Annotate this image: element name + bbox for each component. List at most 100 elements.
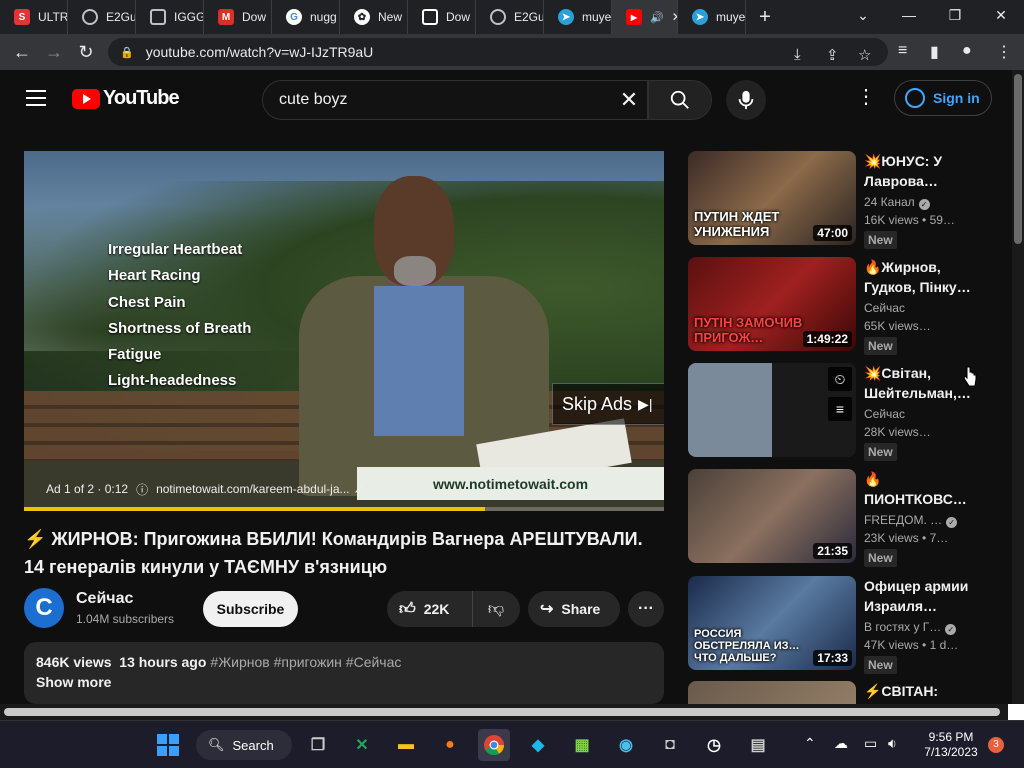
verified-icon: ✓ (945, 624, 957, 635)
recommended-video[interactable]: ⏲ ≡ 💥Світан, Шейтельман,… Сейчас 28K vie… (688, 363, 988, 463)
share-button[interactable]: ↪ Share (528, 591, 620, 627)
video-thumbnail[interactable]: РОССИЯ ОБСТРЕЛЯЛА ИЗ… ЧТО ДАЛЬШЕ? 17:33 (688, 576, 856, 670)
back-button[interactable]: ← (6, 36, 38, 68)
info-icon[interactable]: ⓘ (136, 481, 148, 498)
browser-tab[interactable]: M Dow (204, 0, 272, 34)
view-count: 16K views • 59… (864, 213, 955, 227)
browser-tab[interactable]: E2Gu (476, 0, 544, 34)
maximize-button[interactable]: ❐ (932, 0, 978, 30)
close-window-button[interactable]: ✕ (978, 0, 1024, 30)
notification-badge[interactable]: 3 (988, 737, 1004, 753)
video-thumbnail[interactable]: ⏲ ≡ (688, 363, 856, 457)
tab-search-button[interactable]: ⌄ (840, 0, 886, 30)
sheets-icon[interactable]: ▦ (566, 729, 598, 761)
channel-name[interactable]: Сейчас (76, 590, 133, 608)
channel-name[interactable]: Сейчас (864, 301, 964, 315)
browser-tab[interactable]: E2Gu (68, 0, 136, 34)
task-view-icon[interactable]: ❐ (302, 729, 334, 761)
side-panel-icon[interactable]: ▮ (930, 42, 939, 62)
chrome-icon[interactable] (478, 729, 510, 761)
browser-tab[interactable]: ➤ muye (678, 0, 746, 34)
show-more-button[interactable]: Show more (36, 674, 652, 690)
view-count: 47K views • 1 d… (864, 638, 959, 652)
chevron-up-icon[interactable]: ⌃ (804, 735, 816, 752)
profile-icon[interactable]: ● (962, 42, 972, 60)
paint-icon[interactable]: ◉ (610, 729, 642, 761)
network-icon[interactable]: ▭ (864, 735, 877, 752)
cloud-icon[interactable]: ☁ (834, 735, 848, 752)
description-box[interactable]: 846K views 13 hours ago #Жирнов #пригожин… (24, 642, 664, 704)
ad-progress-bar[interactable] (24, 507, 664, 511)
add-to-queue-icon[interactable]: ≡ (828, 397, 852, 421)
iggg-icon (150, 9, 166, 25)
clock-date: 7/13/2023 (924, 745, 978, 759)
browser-tab[interactable]: Dow (408, 0, 476, 34)
subscriber-count: 1.04M subscribers (76, 612, 175, 626)
ad-link[interactable]: notimetowait.com/kareem-abdul-ja... (156, 482, 349, 496)
video-title: 💥ЮНУС: У Лаврова… (864, 153, 943, 189)
forward-button[interactable]: → (38, 36, 70, 68)
taskbar-search[interactable]: 🔍︎ Search (196, 730, 292, 760)
channel-name[interactable]: 24 Канал ✓ (864, 195, 964, 210)
firefox-icon[interactable]: ● (434, 729, 466, 761)
reading-list-icon[interactable]: ≡ (898, 42, 907, 60)
browser-tab[interactable]: ➤ muye (544, 0, 612, 34)
voice-search-button[interactable] (726, 80, 766, 120)
video-thumbnail[interactable]: 21:35 (688, 469, 856, 563)
recommended-video[interactable]: РОССИЯ ОБСТРЕЛЯЛА ИЗ… ЧТО ДАЛЬШЕ? 17:33 … (688, 576, 988, 676)
recommended-video[interactable]: 21:35 🔥 ПИОНТКОВС… FREEДОМ. … ✓ 23K views… (688, 469, 988, 569)
like-button[interactable]: 👍︎ 22K (387, 591, 473, 627)
taskbar-clock[interactable]: 9:56 PM 7/13/2023 (920, 730, 982, 760)
vertical-scrollbar[interactable] (1012, 70, 1024, 720)
start-button[interactable] (152, 729, 184, 761)
clear-search-icon[interactable]: ✕ (617, 88, 641, 112)
vscode-icon[interactable]: ✕ (346, 729, 378, 761)
video-thumbnail[interactable] (688, 681, 856, 704)
browser-tab[interactable]: ✿ New (340, 0, 408, 34)
minimize-button[interactable]: — (886, 0, 932, 30)
address-bar[interactable]: 🔒 youtube.com/watch?v=wJ-IJzTR9aU ⤓ ⇪ ☆ (108, 38, 888, 66)
channel-name[interactable]: FREEДОМ. … ✓ (864, 513, 964, 528)
sign-in-button[interactable]: Sign in (894, 80, 992, 116)
volume-icon[interactable]: 🔉︎ (888, 735, 897, 752)
app-icon[interactable]: ◆ (522, 729, 554, 761)
chrome-menu-icon[interactable]: ⋮ (996, 42, 1012, 62)
camera-icon[interactable]: ◘ (654, 729, 686, 761)
notes-icon[interactable]: ▤ (742, 729, 774, 761)
share-page-icon[interactable]: ⇪ (826, 46, 839, 64)
ad-banner[interactable]: www.notimetowait.com (357, 467, 664, 500)
watch-later-icon[interactable]: ⏲ (828, 367, 852, 391)
subscribe-button[interactable]: Subscribe (203, 591, 298, 627)
search-input[interactable]: cute boyz ✕ (262, 80, 648, 120)
more-actions-button[interactable]: ··· (628, 591, 664, 627)
file-explorer-icon[interactable]: ▬ (390, 729, 422, 761)
video-thumbnail[interactable]: ПУТИН ЖДЕТ УНИЖЕНИЯ 47:00 (688, 151, 856, 245)
recommended-video[interactable]: ⚡СВІТАН: (688, 681, 988, 704)
browser-tab[interactable]: Gnugg (272, 0, 340, 34)
browser-tab-active[interactable]: ▶🔊✕ (612, 0, 678, 34)
youtube-logo[interactable]: YouTube (72, 87, 180, 110)
audio-icon[interactable]: 🔊 (650, 11, 664, 24)
menu-icon[interactable] (26, 90, 46, 106)
browser-tab[interactable]: S ULTR (0, 0, 68, 34)
bookmark-star-icon[interactable]: ☆ (858, 46, 871, 64)
skip-ads-button[interactable]: Skip Ads ▶| (552, 383, 664, 425)
video-thumbnail[interactable]: ПУТІН ЗАМОЧИВ ПРИГОЖ… 1:49:22 (688, 257, 856, 351)
search-button[interactable] (648, 80, 712, 120)
recommended-video[interactable]: ПУТИН ЖДЕТ УНИЖЕНИЯ 47:00 💥ЮНУС: У Лавро… (688, 151, 988, 251)
settings-more-icon[interactable]: ⋮ (856, 86, 876, 110)
hashtags[interactable]: #Жирнов #пригожин #Сейчас (210, 654, 401, 670)
dislike-button[interactable]: 👎︎ (473, 591, 519, 627)
clock-app-icon[interactable]: ◷ (698, 729, 730, 761)
channel-name[interactable]: Сейчас (864, 407, 964, 421)
recommended-video[interactable]: ПУТІН ЗАМОЧИВ ПРИГОЖ… 1:49:22 🔥Жирнов, Г… (688, 257, 988, 357)
video-player[interactable]: Irregular Heartbeat Heart Racing Chest P… (24, 151, 664, 511)
channel-avatar[interactable]: C (24, 588, 64, 628)
install-icon[interactable]: ⤓ (794, 46, 801, 63)
video-title: ⚡ ЖИРНОВ: Пригожина ВБИЛИ! Командирів Ва… (24, 529, 643, 577)
horizontal-scrollbar[interactable] (0, 704, 1008, 720)
new-tab-button[interactable]: + (750, 6, 780, 29)
reload-button[interactable]: ↻ (70, 36, 102, 68)
channel-name[interactable]: В гостях у Г… ✓ (864, 620, 964, 635)
browser-tab[interactable]: IGGG (136, 0, 204, 34)
